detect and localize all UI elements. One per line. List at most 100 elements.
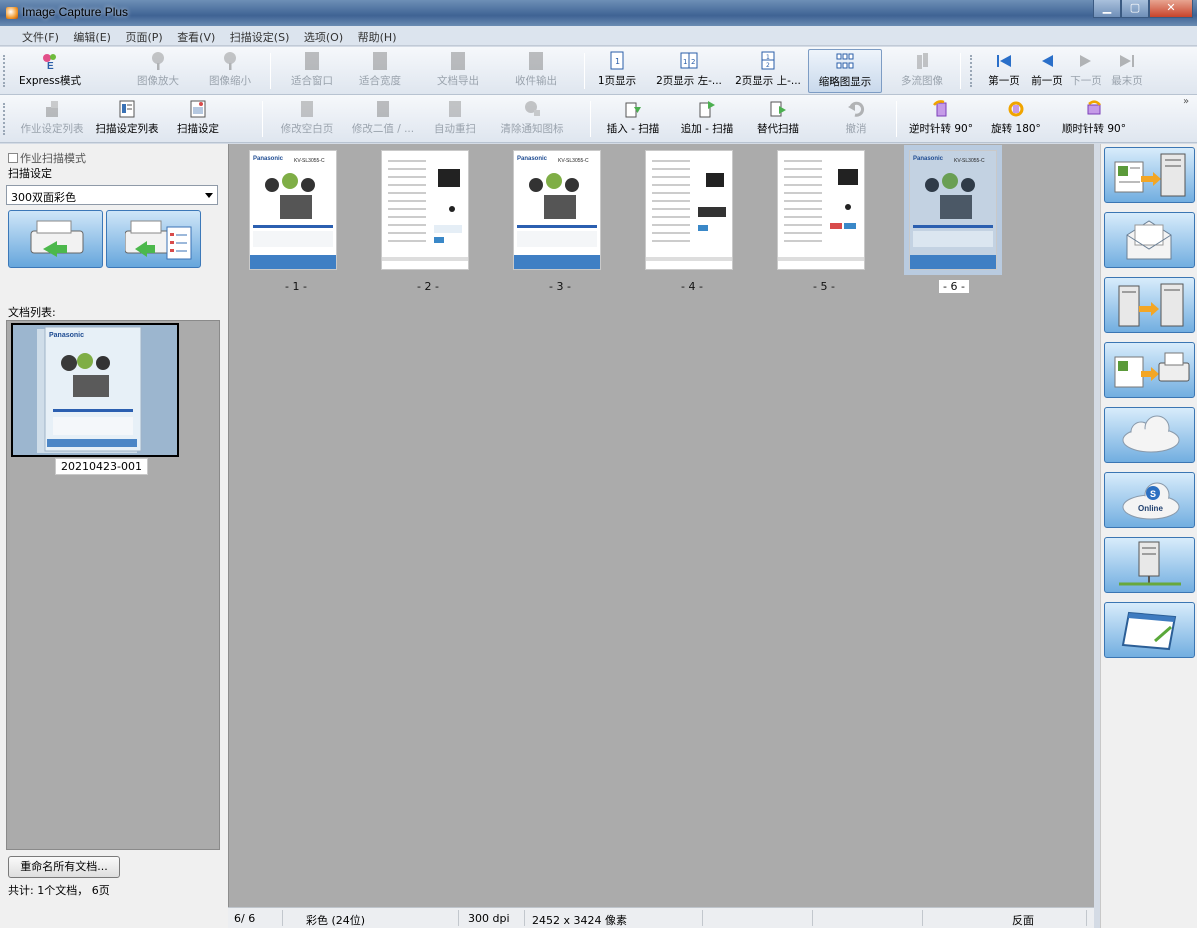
clear-notice-icon-button[interactable]: 清除通知图标 [494, 97, 570, 141]
menu-scan-settings[interactable]: 扫描设定(S) [224, 26, 295, 45]
document-name[interactable]: 20210423-001 [55, 458, 148, 475]
document-list[interactable]: Panasonic 20210423-001 [6, 320, 220, 850]
scan-settings-button[interactable]: 扫描设定 [170, 97, 226, 141]
rotate-ccw-90-button[interactable]: 逆时针转 90° [904, 97, 978, 141]
page-thumbnail[interactable]: Panasonic KV-SL3055-C [513, 150, 601, 270]
svg-text:Panasonic: Panasonic [49, 332, 84, 339]
insert-scan-button[interactable]: 插入 - 扫描 [602, 97, 664, 141]
toolbar-separator [262, 101, 263, 137]
one-page-view-button[interactable]: 1 1页显示 [592, 49, 642, 93]
fit-width-button[interactable]: 适合宽度 [350, 49, 410, 93]
toolbar-separator [960, 53, 961, 89]
minimize-button[interactable]: ▁ [1093, 0, 1121, 18]
svg-text:KV-SL3055-C: KV-SL3055-C [558, 158, 589, 164]
page-image: Panasonic KV-SL3055-C [910, 151, 996, 269]
thumbnail-view-button[interactable]: 缩略图显示 [808, 49, 882, 93]
scan-button[interactable] [8, 210, 103, 268]
status-page-count: 6/ 6 [234, 912, 256, 925]
last-page-button[interactable]: 最末页 [1108, 49, 1146, 93]
page-thumbnail-selected[interactable]: Panasonic KV-SL3055-C [904, 145, 1002, 275]
document-preview-image: Panasonic [13, 325, 177, 455]
append-scan-button[interactable]: 追加 - 扫描 [676, 97, 738, 141]
toolbar-overflow-button[interactable]: » [1178, 95, 1194, 139]
insert-scan-icon [625, 102, 641, 118]
svg-text:KV-SL3055-C: KV-SL3055-C [294, 158, 325, 164]
menu-edit[interactable]: 编辑(E) [67, 26, 116, 45]
thumbnail-view[interactable]: Panasonic KV-SL3055-C - 1 - - 2 - Panaso… [228, 144, 1094, 907]
page-thumbnail[interactable] [645, 150, 733, 270]
two-page-left-right-button[interactable]: 12 2页显示 左-... [648, 49, 730, 93]
rotate-cw-90-button[interactable]: 顺时针转 90° [1054, 97, 1134, 141]
svg-text:S: S [1150, 489, 1156, 499]
page-label: - 3 - [549, 280, 571, 293]
main-toolbar: E Express模式 图像放大 图像缩小 适合窗口 适合宽度 文档导出 收件输… [0, 47, 1197, 95]
menu-file[interactable]: 文件(F) [16, 26, 64, 45]
page-image [382, 160, 468, 261]
status-divider [282, 910, 283, 926]
network-server-icon [1119, 541, 1181, 586]
edit-binary-button[interactable]: 修改二值 / ... [346, 97, 420, 141]
svg-text:Panasonic: Panasonic [517, 156, 548, 162]
checkbox-box[interactable] [8, 153, 18, 163]
send-to-sharepoint-online-button[interactable]: S Online [1104, 472, 1195, 528]
replace-scan-icon [770, 101, 786, 117]
rotate-180-button[interactable]: 旋转 180° [984, 97, 1048, 141]
toolbar-grip[interactable] [970, 55, 973, 87]
auto-rescan-button[interactable]: 自动重扫 [428, 97, 482, 141]
two-page-top-bottom-button[interactable]: 12 2页显示 上-... [732, 49, 804, 93]
prev-page-button[interactable]: 前一页 [1030, 49, 1064, 93]
zoom-out-button[interactable]: 图像缩小 [200, 49, 260, 93]
scan-settings-list-button[interactable]: 扫描设定列表 [90, 97, 164, 141]
next-page-button[interactable]: 下一页 [1068, 49, 1104, 93]
app-icon [6, 7, 18, 19]
send-to-email-button[interactable] [1104, 212, 1195, 268]
job-settings-list-button[interactable]: 作业设定列表 [16, 97, 88, 141]
fax-output-button[interactable]: 收件输出 [506, 49, 566, 93]
express-mode-button[interactable]: E Express模式 [14, 49, 86, 93]
toolbar-grip[interactable] [3, 103, 6, 135]
scan-with-settings-button[interactable] [106, 210, 201, 268]
menu-options[interactable]: 选项(O) [298, 26, 348, 45]
send-to-application-button[interactable] [1104, 602, 1195, 658]
scan-settings-dropdown[interactable]: 300双面彩色 [6, 185, 218, 205]
first-page-button[interactable]: 第一页 [984, 49, 1024, 93]
menu-view[interactable]: 查看(V) [171, 26, 220, 45]
maximize-button[interactable]: ▢ [1121, 0, 1149, 18]
send-to-folder-button[interactable] [1104, 277, 1195, 333]
document-export-button[interactable]: 文档导出 [428, 49, 488, 93]
toolbar-separator [270, 53, 271, 89]
append-scan-icon [699, 101, 715, 118]
menu-help[interactable]: 帮助(H) [352, 26, 402, 45]
page-thumbnail[interactable] [777, 150, 865, 270]
page-thumbnail[interactable]: Panasonic KV-SL3055-C [249, 150, 337, 270]
rename-all-documents-button[interactable]: 重命名所有文档... [8, 856, 120, 878]
email-envelope-icon [1126, 220, 1172, 260]
edit-blank-page-button[interactable]: 修改空白页 [274, 97, 340, 141]
toolbar-separator [590, 101, 591, 137]
close-button[interactable]: ✕ [1149, 0, 1193, 18]
window-title: Image Capture Plus [22, 5, 129, 19]
undo-button[interactable]: 撤消 [836, 97, 876, 141]
cloud-icon [1122, 415, 1180, 453]
magnifier-minus-icon [224, 52, 236, 70]
status-divider [922, 910, 923, 926]
fit-window-button[interactable]: 适合窗口 [282, 49, 342, 93]
send-to-server-button[interactable] [1104, 147, 1195, 203]
menu-page[interactable]: 页面(P) [119, 26, 167, 45]
status-bar: 6/ 6 彩色 (24位) 300 dpi 2452 x 3424 像素 反面 [228, 907, 1094, 928]
zoom-in-button[interactable]: 图像放大 [128, 49, 188, 93]
replace-scan-button[interactable]: 替代扫描 [750, 97, 806, 141]
page-thumbnail[interactable] [381, 150, 469, 270]
send-to-ftp-button[interactable] [1104, 537, 1195, 593]
svg-text:Panasonic: Panasonic [253, 156, 284, 162]
left-panel: 作业扫描模式 扫描设定 300双面彩色 文档列表: Panasonic 2021… [0, 144, 228, 928]
page-label: - 5 - [813, 280, 835, 293]
scan-settings-icon [190, 100, 206, 118]
document-to-server-icon [1114, 153, 1186, 197]
send-to-printer-button[interactable] [1104, 342, 1195, 398]
send-to-cloud-button[interactable] [1104, 407, 1195, 463]
document-thumbnail[interactable]: Panasonic [11, 323, 179, 457]
toolbar-grip[interactable] [3, 55, 6, 87]
multi-stream-button[interactable]: 多流图像 [892, 49, 952, 93]
job-scan-mode-checkbox[interactable]: 作业扫描模式 [8, 150, 86, 166]
